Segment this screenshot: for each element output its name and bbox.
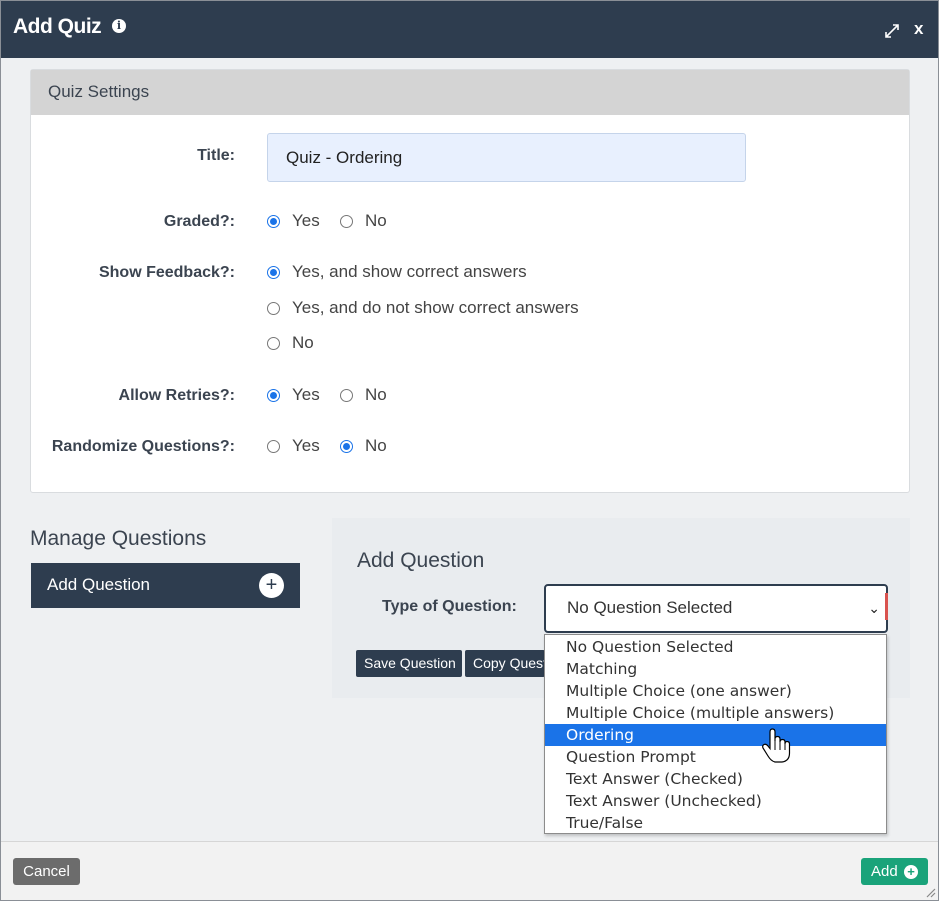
retries-no-radio[interactable]: No	[340, 385, 387, 405]
expand-icon[interactable]	[883, 22, 901, 40]
chevron-down-icon: ⌄	[868, 600, 880, 616]
radio-checked-icon	[267, 214, 280, 228]
quiz-settings-panel: Quiz Settings Title: Graded?: Yes No Sho…	[30, 69, 910, 493]
randomize-yes-radio[interactable]: Yes	[267, 436, 320, 456]
graded-no-radio[interactable]: No	[340, 211, 387, 231]
randomize-no-radio[interactable]: No	[340, 436, 387, 456]
question-type-select[interactable]: No Question Selected ⌄	[544, 584, 888, 633]
dropdown-option[interactable]: No Question Selected	[545, 636, 886, 658]
graded-label: Graded?:	[163, 213, 235, 230]
dropdown-option[interactable]: Question Prompt	[545, 746, 886, 768]
dropdown-option[interactable]: Matching	[545, 658, 886, 680]
copy-question-button[interactable]: Copy Question	[465, 650, 545, 677]
add-button[interactable]: Add +	[861, 858, 928, 885]
feedback-no-correct-radio[interactable]: Yes, and do not show correct answers	[267, 298, 579, 318]
dialog-titlebar: Add Quiz i x	[1, 1, 938, 58]
retries-yes-radio[interactable]: Yes	[267, 385, 320, 405]
feedback-no-radio[interactable]: No	[267, 333, 314, 353]
plus-circle-icon: +	[904, 865, 918, 879]
hand-cursor-icon	[762, 728, 791, 763]
title-label: Title:	[197, 147, 235, 164]
resize-grip-icon[interactable]	[924, 886, 936, 898]
dropdown-option[interactable]: True/False	[545, 812, 886, 834]
add-button-label: Add	[871, 863, 898, 880]
randomize-questions-label: Randomize Questions?:	[51, 438, 235, 455]
title-input[interactable]	[267, 133, 746, 182]
manage-questions-title: Manage Questions	[30, 527, 207, 550]
cancel-button[interactable]: Cancel	[13, 858, 80, 885]
save-question-button[interactable]: Save Question	[356, 650, 462, 677]
radio-unchecked-icon	[267, 301, 280, 315]
plus-icon: +	[259, 573, 284, 598]
dropdown-option[interactable]: Multiple Choice (multiple answers)	[545, 702, 886, 724]
feedback-show-correct-radio[interactable]: Yes, and show correct answers	[267, 262, 527, 282]
radio-unchecked-icon	[267, 439, 280, 453]
radio-unchecked-icon	[340, 388, 353, 402]
add-question-button[interactable]: Add Question +	[31, 563, 300, 608]
info-icon[interactable]: i	[112, 19, 126, 33]
dialog-title: Add Quiz	[13, 15, 102, 38]
close-icon[interactable]: x	[914, 19, 923, 39]
allow-retries-label: Allow Retries?:	[118, 387, 235, 404]
show-feedback-label: Show Feedback?:	[98, 264, 235, 281]
radio-checked-icon	[267, 388, 280, 402]
radio-unchecked-icon	[340, 214, 353, 228]
dropdown-option[interactable]: Text Answer (Checked)	[545, 768, 886, 790]
type-of-question-label: Type of Question:	[382, 598, 517, 615]
dropdown-option[interactable]: Text Answer (Unchecked)	[545, 790, 886, 812]
dropdown-option[interactable]: Multiple Choice (one answer)	[545, 680, 886, 702]
radio-unchecked-icon	[267, 336, 280, 350]
question-type-dropdown[interactable]: No Question Selected Matching Multiple C…	[544, 634, 887, 834]
dialog-footer: Cancel Add +	[1, 841, 938, 900]
dropdown-option-highlighted[interactable]: Ordering	[545, 724, 886, 746]
radio-checked-icon	[267, 265, 280, 279]
radio-checked-icon	[340, 439, 353, 453]
add-question-title: Add Question	[357, 549, 485, 572]
graded-yes-radio[interactable]: Yes	[267, 211, 320, 231]
quiz-settings-header: Quiz Settings	[31, 70, 909, 115]
add-quiz-dialog: Add Quiz i x Quiz Settings Title: Graded…	[0, 0, 939, 901]
add-question-label: Add Question	[47, 575, 151, 594]
delete-question-button-edge[interactable]	[885, 593, 888, 620]
